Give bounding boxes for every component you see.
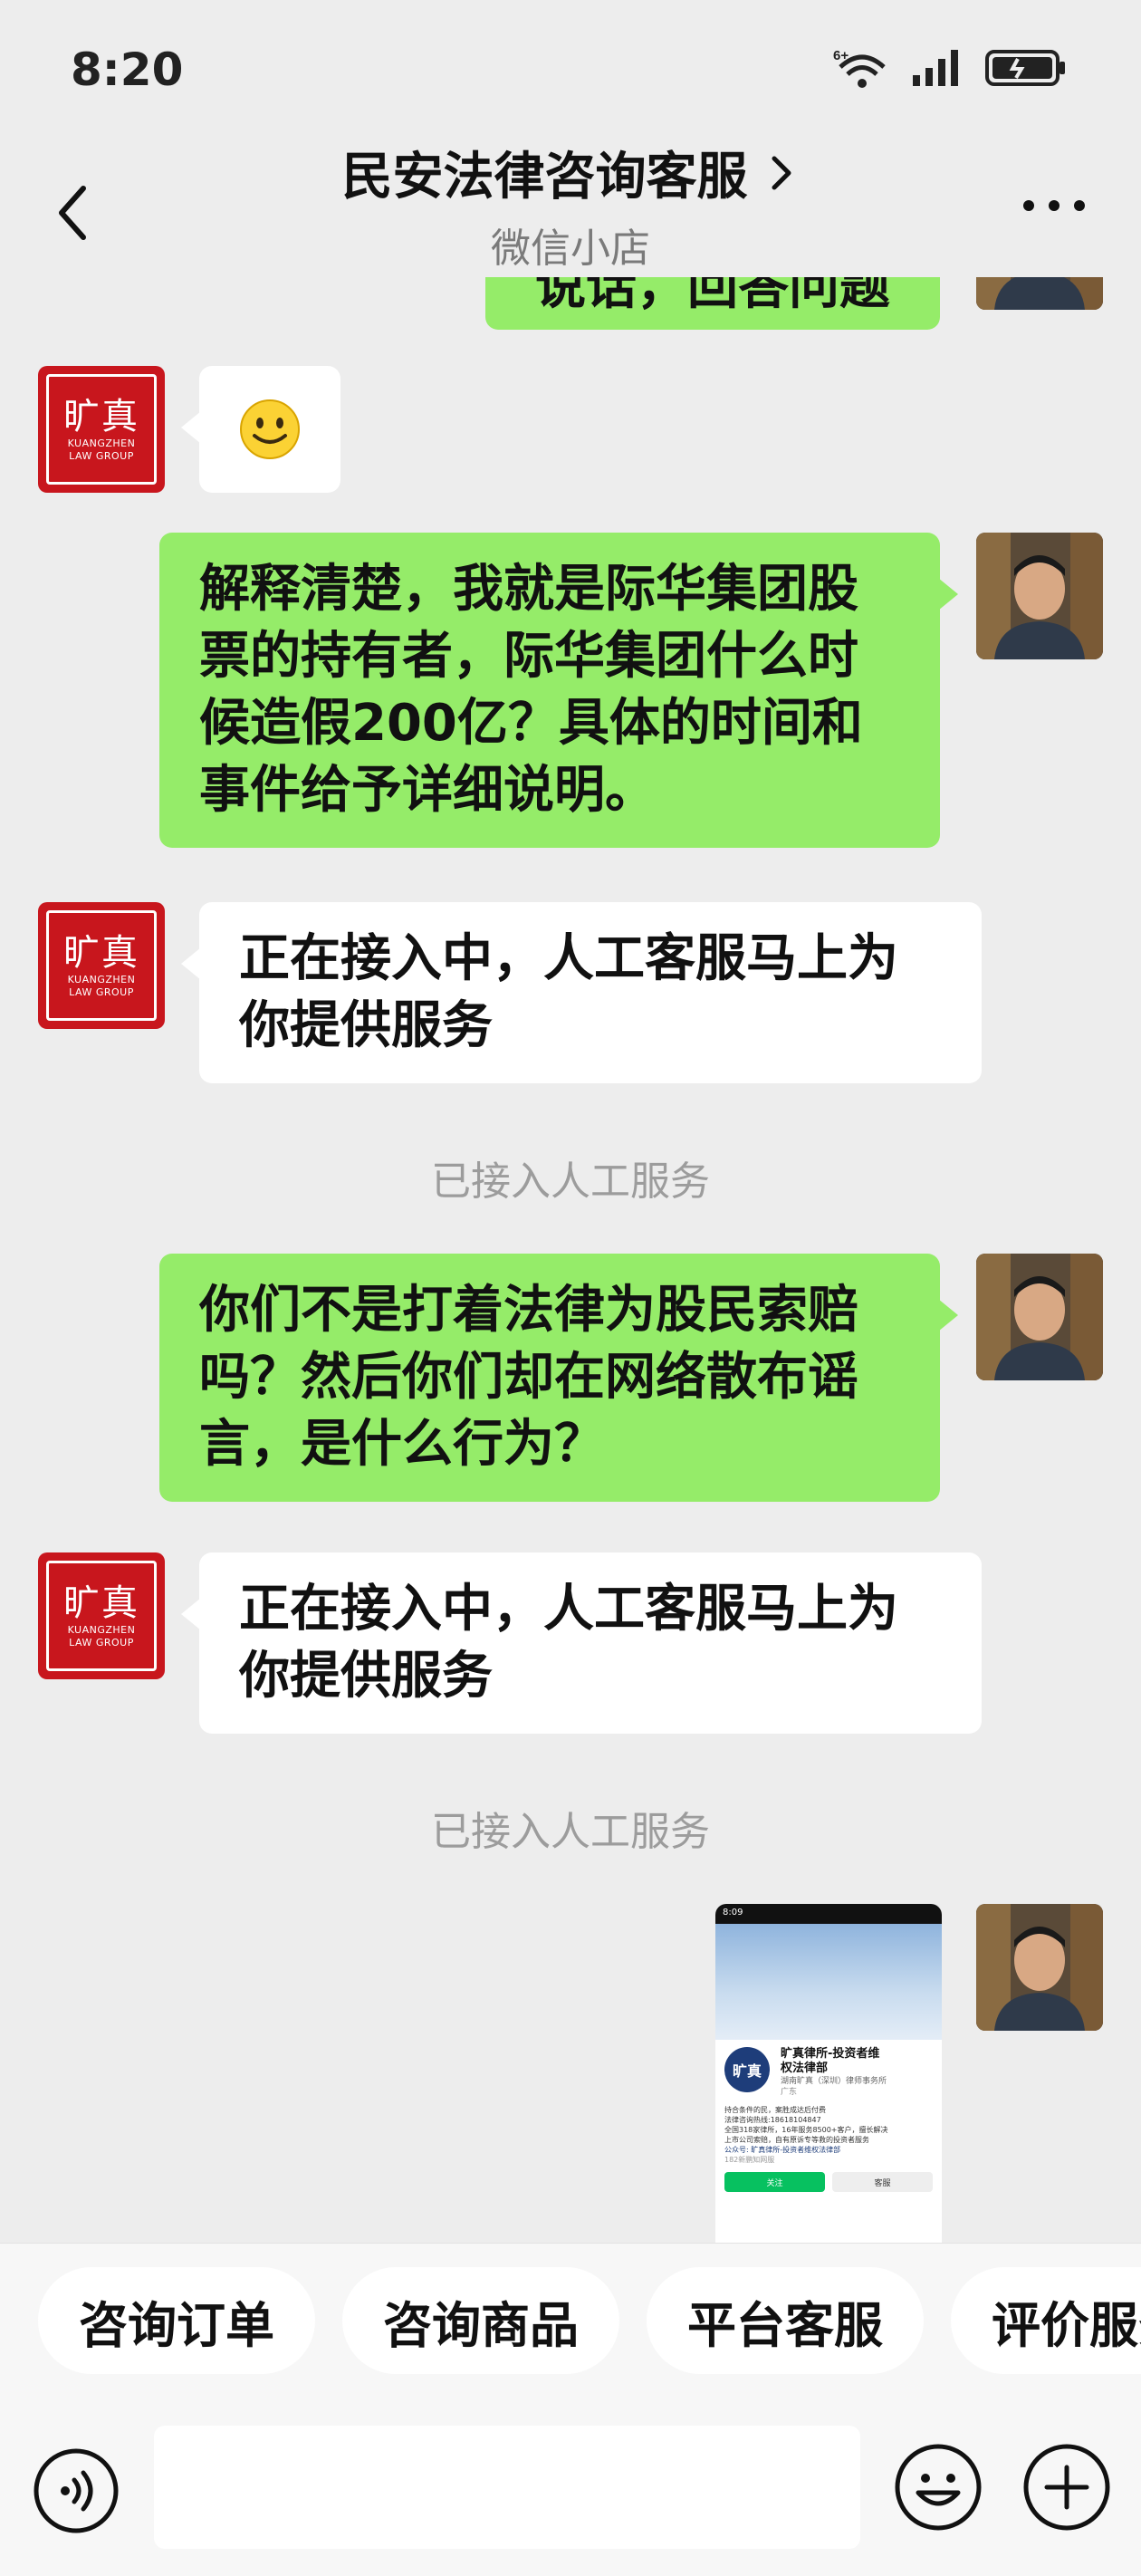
- quick-reply-chip[interactable]: 平台客服: [647, 2267, 924, 2374]
- brand-logo: 旷真 KUANGZHEN LAW GROUP: [46, 1561, 157, 1671]
- chevron-right-icon[interactable]: [763, 146, 800, 200]
- wifi-icon: 6+: [833, 48, 886, 88]
- brand-logo: 旷真 KUANGZHEN LAW GROUP: [46, 910, 157, 1021]
- message-bubble-service[interactable]: 正在接入中，人工客服马上为 你提供服务: [181, 902, 982, 1083]
- status-time: 8:20: [71, 43, 184, 96]
- shot-service-button: 客服: [832, 2172, 933, 2192]
- shot-follow-button: 关注: [724, 2172, 825, 2192]
- message-line: 吗？然后你们却在网络散布谣: [199, 1348, 858, 1407]
- status-bar: 8:20 6+: [0, 0, 1141, 136]
- user-avatar[interactable]: [976, 533, 1103, 659]
- message-line: 票的持有者，际华集团什么时: [199, 627, 858, 686]
- message-bubble-user[interactable]: 你们不是打着法律为股民索赔 吗？然后你们却在网络散布谣 言，是什么行为？: [159, 1254, 958, 1502]
- message-bubble-emoji[interactable]: [181, 366, 340, 493]
- user-avatar[interactable]: [976, 277, 1103, 310]
- system-notice: 已接入人工服务: [431, 1809, 710, 1855]
- shot-status-bar: 8:09: [715, 1904, 942, 1924]
- message-input[interactable]: [154, 2426, 860, 2549]
- message-line: 候造假200亿？具体的时间和: [199, 694, 863, 753]
- brand-avatar[interactable]: 旷真 KUANGZHEN LAW GROUP: [38, 1552, 165, 1679]
- quick-reply-chip[interactable]: 咨询商品: [342, 2267, 619, 2374]
- message-line: 你们不是打着法律为股民索赔: [199, 1281, 858, 1340]
- user-avatar[interactable]: [976, 1254, 1103, 1380]
- quick-reply-chip[interactable]: 咨询订单: [38, 2267, 315, 2374]
- message-line: 正在接入中，人工客服马上为: [239, 929, 898, 988]
- chat-subtitle: 微信小店: [491, 226, 650, 272]
- system-notice: 已接入人工服务: [431, 1158, 710, 1205]
- shot-logo: 旷真: [724, 2047, 770, 2092]
- battery-charging-icon: [985, 50, 1065, 86]
- message-line: 正在接入中，人工客服马上为: [239, 1580, 898, 1639]
- shot-profile: 旷真 旷真律所-投资者维 权法律部 湖南旷真（深圳）律师事务所 广东 持合条件的…: [715, 2040, 942, 2192]
- brand-avatar[interactable]: 旷真 KUANGZHEN LAW GROUP: [38, 366, 165, 493]
- message-line: 解释清楚，我就是际华集团股: [199, 560, 858, 619]
- message-list[interactable]: 说话，回答问题 旷真 KUANGZHEN LAW GROUP 解释清楚，我就是际…: [0, 277, 1141, 2243]
- message-line: 你提供服务: [239, 1647, 493, 1706]
- quick-reply-chip[interactable]: 评价服务: [951, 2267, 1141, 2374]
- chat-header: 民安法律咨询客服 微信小店: [0, 118, 1141, 281]
- status-icons: 6+: [833, 47, 1067, 89]
- message-line: 事件给予详细说明。: [199, 761, 656, 820]
- message-line: 你提供服务: [239, 996, 493, 1055]
- plus-icon[interactable]: [1021, 2442, 1112, 2533]
- signal-icon: [913, 50, 958, 86]
- quick-reply-bar[interactable]: 咨询订单 咨询商品 平台客服 评价服务: [0, 2243, 1141, 2398]
- message-bubble-user[interactable]: 解释清楚，我就是际华集团股 票的持有者，际华集团什么时 候造假200亿？具体的时…: [159, 533, 958, 848]
- brand-logo: 旷真 KUANGZHEN LAW GROUP: [46, 374, 157, 485]
- shot-cover: [715, 1924, 942, 2040]
- brand-avatar[interactable]: 旷真 KUANGZHEN LAW GROUP: [38, 902, 165, 1029]
- image-message[interactable]: 8:09 旷真 旷真律所-投资者维 权法律部 湖南旷真（深圳）律师事务所 广东 …: [715, 1904, 942, 2243]
- title-row[interactable]: 民安法律咨询客服: [0, 136, 1141, 209]
- message-bubble-partial[interactable]: 说话，回答问题: [485, 277, 940, 330]
- message-bubble-service[interactable]: 正在接入中，人工客服马上为 你提供服务: [181, 1552, 982, 1734]
- user-avatar[interactable]: [976, 1904, 1103, 2031]
- emoji-icon[interactable]: [893, 2442, 983, 2533]
- input-bar: [0, 2398, 1141, 2576]
- message-text: 说话，回答问题: [535, 277, 890, 316]
- voice-icon[interactable]: [33, 2447, 120, 2534]
- smile-emoji-icon: [240, 399, 300, 459]
- message-line: 言，是什么行为？: [199, 1415, 605, 1474]
- chat-title[interactable]: 民安法律咨询客服: [341, 136, 747, 209]
- more-icon[interactable]: [1018, 192, 1090, 219]
